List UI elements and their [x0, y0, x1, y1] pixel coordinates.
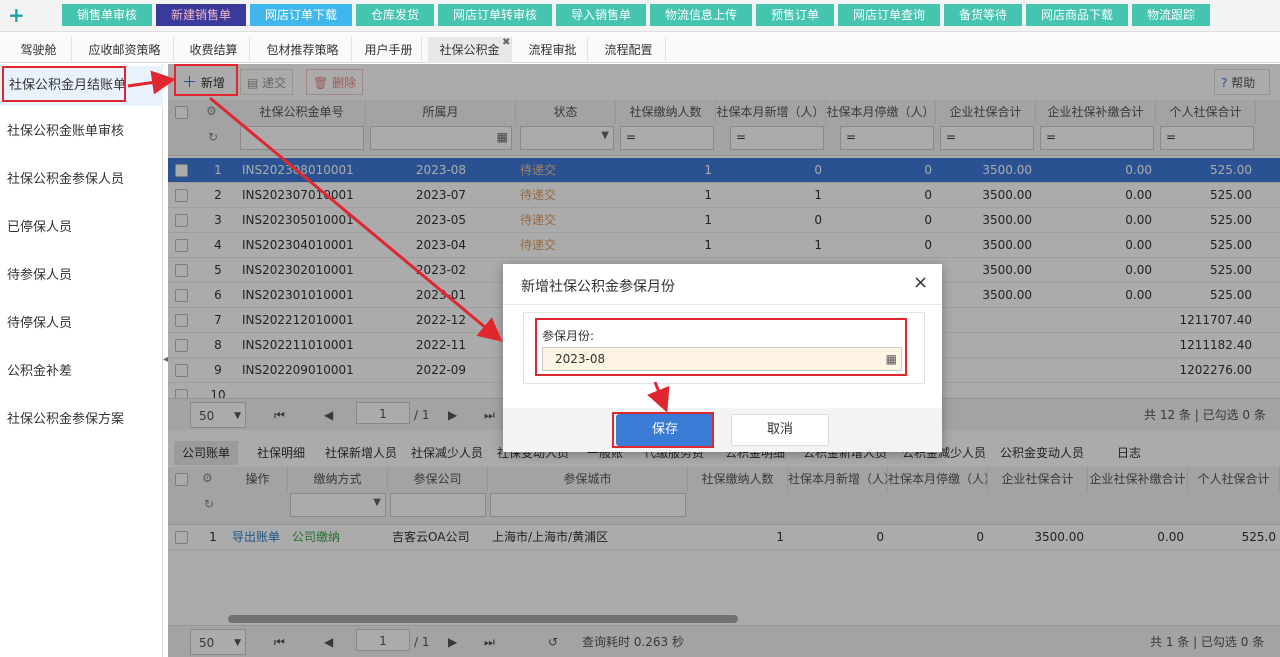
annotation-arrows — [127, 70, 670, 413]
